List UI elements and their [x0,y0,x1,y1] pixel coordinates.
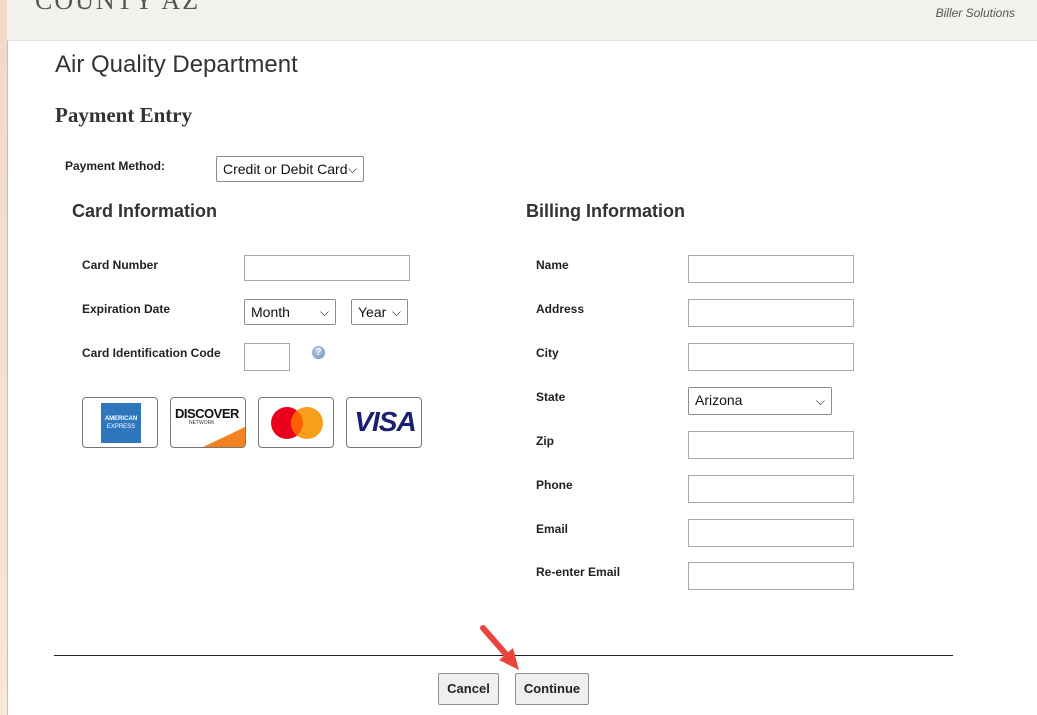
month-value: Month [251,304,290,320]
visa-card-logo: VISA [346,397,422,448]
left-edge-strip [0,0,8,715]
state-select[interactable]: Arizona ⌵ [688,387,832,415]
visa-text: VISA [354,406,416,437]
amex-card-logo: AMERICAN EXPRESS [82,397,158,448]
discover-card-logo: DISCOVER NETWORK [170,397,246,448]
card-number-input[interactable] [244,255,410,281]
cancel-button[interactable]: Cancel [438,673,499,705]
payment-method-select[interactable]: Credit or Debit Card ⌵ [216,156,364,182]
chevron-down-icon: ⌵ [815,394,825,408]
chevron-down-icon: ⌵ [319,305,329,319]
address-input[interactable] [688,299,854,327]
zip-label: Zip [536,434,554,448]
header-bar: COUNTY AZ Biller Solutions [7,0,1037,41]
phone-label: Phone [536,478,573,492]
card-number-label: Card Number [82,258,159,272]
amex-logo-box: AMERICAN EXPRESS [101,403,141,443]
chevron-down-icon: ⌵ [391,305,401,319]
mastercard-circles [271,407,323,439]
email-input[interactable] [688,519,854,547]
department-title: Air Quality Department [55,51,298,78]
mastercard-card-logo [258,397,334,448]
amex-line2: EXPRESS [106,424,136,430]
cic-input[interactable] [244,343,290,371]
payment-method-value: Credit or Debit Card [223,161,348,177]
help-icon[interactable]: ? [312,346,325,359]
card-information-heading: Card Information [72,201,218,221]
address-label: Address [536,302,585,316]
billing-information-heading: Billing Information [526,201,685,221]
year-value: Year [358,304,387,320]
zip-input[interactable] [688,431,854,459]
expiration-year-select[interactable]: Year ⌵ [351,299,408,325]
phone-input[interactable] [688,475,854,503]
state-label: State [536,390,566,404]
county-logo: COUNTY AZ [35,0,201,15]
page-heading: Payment Entry [55,103,193,127]
state-value: Arizona [695,392,743,408]
name-input[interactable] [688,255,854,283]
reenter-email-label: Re-enter Email [536,565,621,579]
name-label: Name [536,258,569,272]
reenter-email-input[interactable] [688,562,854,590]
red-arrow-annotation [480,625,519,670]
continue-button[interactable]: Continue [515,673,589,705]
email-label: Email [536,522,569,536]
payment-method-label: Payment Method: [65,159,166,173]
city-input[interactable] [688,343,854,371]
chevron-down-icon: ⌵ [347,162,357,176]
city-label: City [536,346,559,360]
expiration-month-select[interactable]: Month ⌵ [244,299,336,325]
expiration-date-label: Expiration Date [82,302,171,316]
card-identification-code-label: Card Identification Code [82,346,221,360]
biller-solutions-text: Biller Solutions [935,6,1015,20]
amex-line1: AMERICAN [104,416,138,422]
discover-swoosh [203,426,245,447]
